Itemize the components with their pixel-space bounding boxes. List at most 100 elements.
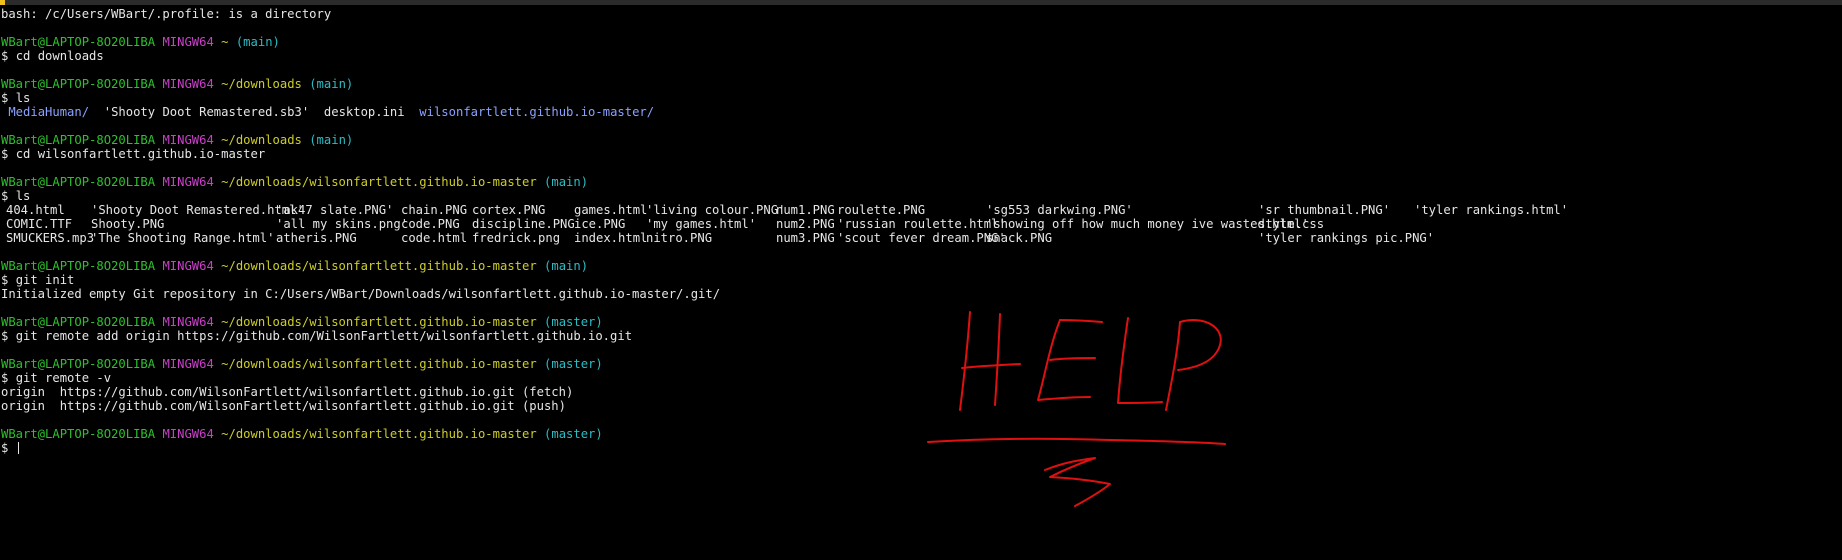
ls-entry: 'all my skins.png' — [276, 217, 409, 231]
ls-downloads-row: MediaHuman/ 'Shooty Doot Remastered.sb3'… — [1, 105, 720, 119]
letter-h — [959, 311, 971, 411]
prompt-system: MINGW64 — [162, 175, 214, 189]
prompt-user-host: WBart@LAPTOP-8O20LIBA — [1, 259, 156, 273]
ls-entry: COMIC.TTF — [6, 217, 73, 231]
ls-entry: roulette.PNG — [837, 203, 926, 217]
prompt-symbol: $ — [1, 441, 9, 455]
prompt-branch: (master) — [544, 427, 603, 441]
app-icon — [0, 0, 5, 5]
ls-entry: 'russian roulette.html' — [837, 217, 1006, 231]
prompt-path: ~/downloads — [221, 77, 302, 91]
prompt-symbol: $ — [1, 147, 9, 161]
ls-entry: num3.PNG — [776, 231, 835, 245]
prompt-branch: (main) — [309, 133, 354, 147]
letter-l — [1117, 317, 1163, 404]
title-bar — [0, 0, 1842, 5]
prompt-system: MINGW64 — [162, 133, 214, 147]
command-text: cd downloads — [15, 49, 104, 63]
prompt-path: ~/downloads/wilsonfartlett.github.io-mas… — [221, 315, 537, 329]
prompt-symbol: $ — [1, 91, 9, 105]
letter-e-mid — [1049, 357, 1096, 361]
letter-h-right — [994, 313, 1001, 406]
profile-error-line: bash: /c/Users/WBart/.profile: is a dire… — [1, 7, 332, 21]
prompt-user-host: WBart@LAPTOP-8O20LIBA — [1, 77, 156, 91]
prompt-branch: (main) — [309, 77, 354, 91]
ls-entry: SMUCKERS.mp3 — [6, 231, 95, 245]
prompt-line: WBart@LAPTOP-8O20LIBA MINGW64 ~/download… — [1, 133, 720, 147]
ls-entry: 'scout fever dream.PNG' — [837, 231, 1006, 245]
prompt-line: WBart@LAPTOP-8O20LIBA MINGW64 ~/download… — [1, 77, 720, 91]
prompt-user-host: WBart@LAPTOP-8O20LIBA — [1, 35, 156, 49]
prompt-user-host: WBart@LAPTOP-8O20LIBA — [1, 315, 156, 329]
ls-entry: 'sr thumbnail.PNG' — [1258, 203, 1391, 217]
output-line: origin https://github.com/WilsonFartlett… — [1, 399, 566, 413]
prompt-user-host: WBart@LAPTOP-8O20LIBA — [1, 175, 156, 189]
output-line: Initialized empty Git repository in C:/U… — [1, 287, 721, 301]
ls-entry: 404.html — [6, 203, 65, 217]
ls-entry: chain.PNG — [401, 203, 468, 217]
command-line: $ git remote add origin https://github.c… — [1, 329, 720, 343]
help-scribble-annotation — [927, 311, 1226, 507]
ls-entry: num1.PNG — [776, 203, 835, 217]
prompt-system: MINGW64 — [162, 427, 214, 441]
terminal-window[interactable]: bash: /c/Users/WBart/.profile: is a dire… — [0, 0, 1842, 560]
ls-entry: nitro.PNG — [646, 231, 713, 245]
prompt-path: ~ — [221, 35, 229, 49]
prompt-symbol: $ — [1, 189, 9, 203]
prompt-branch: (master) — [544, 357, 603, 371]
ls-repo-row: COMIC.TTF Shooty.PNG 'all my skins.png' cod… — [1, 217, 1324, 231]
ls-entry: index.html — [574, 231, 648, 245]
letter-p-loop — [1177, 319, 1222, 371]
ls-entry: num2.PNG — [776, 217, 835, 231]
command-text: ls — [15, 189, 31, 203]
prompt-line: WBart@LAPTOP-8O20LIBA MINGW64 ~/download… — [1, 175, 720, 189]
letter-e — [1037, 319, 1091, 401]
ls-entry: MediaHuman/ — [8, 105, 90, 119]
command-text: git remote -v — [15, 371, 112, 385]
prompt-user-host: WBart@LAPTOP-8O20LIBA — [1, 357, 156, 371]
command-line: $ git remote -v — [1, 371, 720, 385]
prompt-system: MINGW64 — [162, 35, 214, 49]
ls-entry: 'The Shooting Range.html' — [91, 231, 275, 245]
ls-repo-row: 404.html 'Shooty Doot Remastered.html''ak… — [1, 203, 1568, 217]
ls-entry: games.html — [574, 203, 648, 217]
text-cursor — [17, 442, 19, 454]
output-line: origin https://github.com/WilsonFartlett… — [1, 385, 574, 399]
letter-p — [1165, 321, 1181, 411]
ls-entry: 'Shooty Doot Remastered.html' — [91, 203, 304, 217]
command-line: $ ls — [1, 189, 720, 203]
prompt-symbol: $ — [1, 49, 9, 63]
ls-entry: 'tyler rankings pic.PNG' — [1258, 231, 1435, 245]
ls-entry: 'ak47 slate.PNG' — [276, 203, 394, 217]
prompt-line: WBart@LAPTOP-8O20LIBA MINGW64 ~/download… — [1, 315, 720, 329]
command-text: cd wilsonfartlett.github.io-master — [15, 147, 266, 161]
prompt-user-host: WBart@LAPTOP-8O20LIBA — [1, 427, 156, 441]
ls-entry: desktop.ini — [323, 105, 405, 119]
ls-entry: code.PNG — [401, 217, 460, 231]
prompt-line: WBart@LAPTOP-8O20LIBA MINGW64 ~/download… — [1, 427, 720, 441]
ls-entry: fredrick.png — [472, 231, 561, 245]
ls-entry: Shooty.PNG — [91, 217, 165, 231]
ls-entry: 'Shooty Doot Remastered.sb3' — [103, 105, 310, 119]
prompt-user-host: WBart@LAPTOP-8O20LIBA — [1, 133, 156, 147]
ls-entry: wilsonfartlett.github.io-master/ — [419, 105, 655, 119]
arrow-scribble — [1044, 457, 1111, 507]
letter-h-bar — [961, 363, 1021, 369]
command-text: ls — [15, 91, 31, 105]
command-text: git init — [15, 273, 75, 287]
ls-entry: 'my games.html' — [646, 217, 757, 231]
prompt-branch: (main) — [544, 259, 589, 273]
prompt-line: WBart@LAPTOP-8O20LIBA MINGW64 ~/download… — [1, 259, 720, 273]
command-line[interactable]: $ — [1, 441, 720, 455]
prompt-symbol: $ — [1, 371, 9, 385]
command-line: $ ls — [1, 91, 720, 105]
ls-entry: cortex.PNG — [472, 203, 546, 217]
prompt-symbol: $ — [1, 273, 9, 287]
prompt-path: ~/downloads/wilsonfartlett.github.io-mas… — [221, 175, 537, 189]
terminal-output: bash: /c/Users/WBart/.profile: is a dire… — [1, 7, 1568, 455]
